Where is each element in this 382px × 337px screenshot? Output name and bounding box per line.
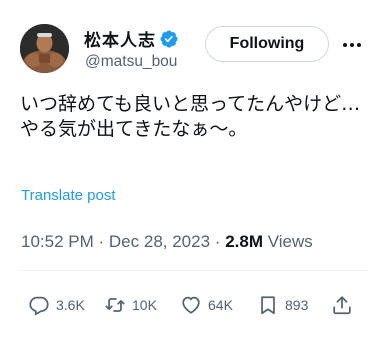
tweet-time[interactable]: 10:52 PM [21, 232, 94, 251]
repost-count: 10K [132, 297, 157, 313]
following-button[interactable]: Following [205, 26, 329, 62]
bookmark-button[interactable]: 893 [257, 290, 308, 320]
reply-count: 3.6K [56, 297, 85, 313]
avatar-image [20, 24, 69, 73]
heart-icon [182, 296, 200, 314]
more-horizontal-icon [343, 43, 361, 47]
avatar[interactable] [20, 24, 69, 73]
views-count: 2.8M [225, 232, 263, 251]
author-display-name[interactable]: 松本人志 [84, 26, 156, 51]
reply-icon [29, 296, 49, 316]
author-name-row[interactable]: 松本人志 [84, 26, 179, 51]
repost-icon [105, 298, 125, 312]
like-count: 64K [208, 297, 233, 313]
author-handle[interactable]: @matsu_bou [85, 53, 177, 71]
action-bar: 3.6K 10K 64K 893 [0, 290, 382, 320]
meta-separator: · [98, 232, 105, 251]
bookmark-icon [261, 296, 275, 315]
like-button[interactable]: 64K [180, 290, 233, 320]
tweet-date[interactable]: Dec 28, 2023 [109, 232, 210, 251]
share-icon [333, 296, 351, 315]
more-options-button[interactable] [342, 36, 362, 54]
divider [20, 270, 368, 271]
repost-button[interactable]: 10K [104, 290, 157, 320]
meta-separator: · [214, 232, 221, 251]
translate-post-link[interactable]: Translate post [21, 187, 116, 204]
views-label: Views [267, 232, 313, 251]
tweet-meta: 10:52 PM · Dec 28, 2023 · 2.8M Views [21, 232, 313, 252]
bookmark-count: 893 [285, 297, 309, 313]
share-button[interactable] [331, 290, 353, 320]
reply-button[interactable]: 3.6K [28, 290, 85, 320]
tweet-text: いつ辞めても良いと思ってたんやけど… やる気が出てきたなぁ〜。 [20, 93, 361, 140]
verified-badge-icon [160, 29, 178, 48]
